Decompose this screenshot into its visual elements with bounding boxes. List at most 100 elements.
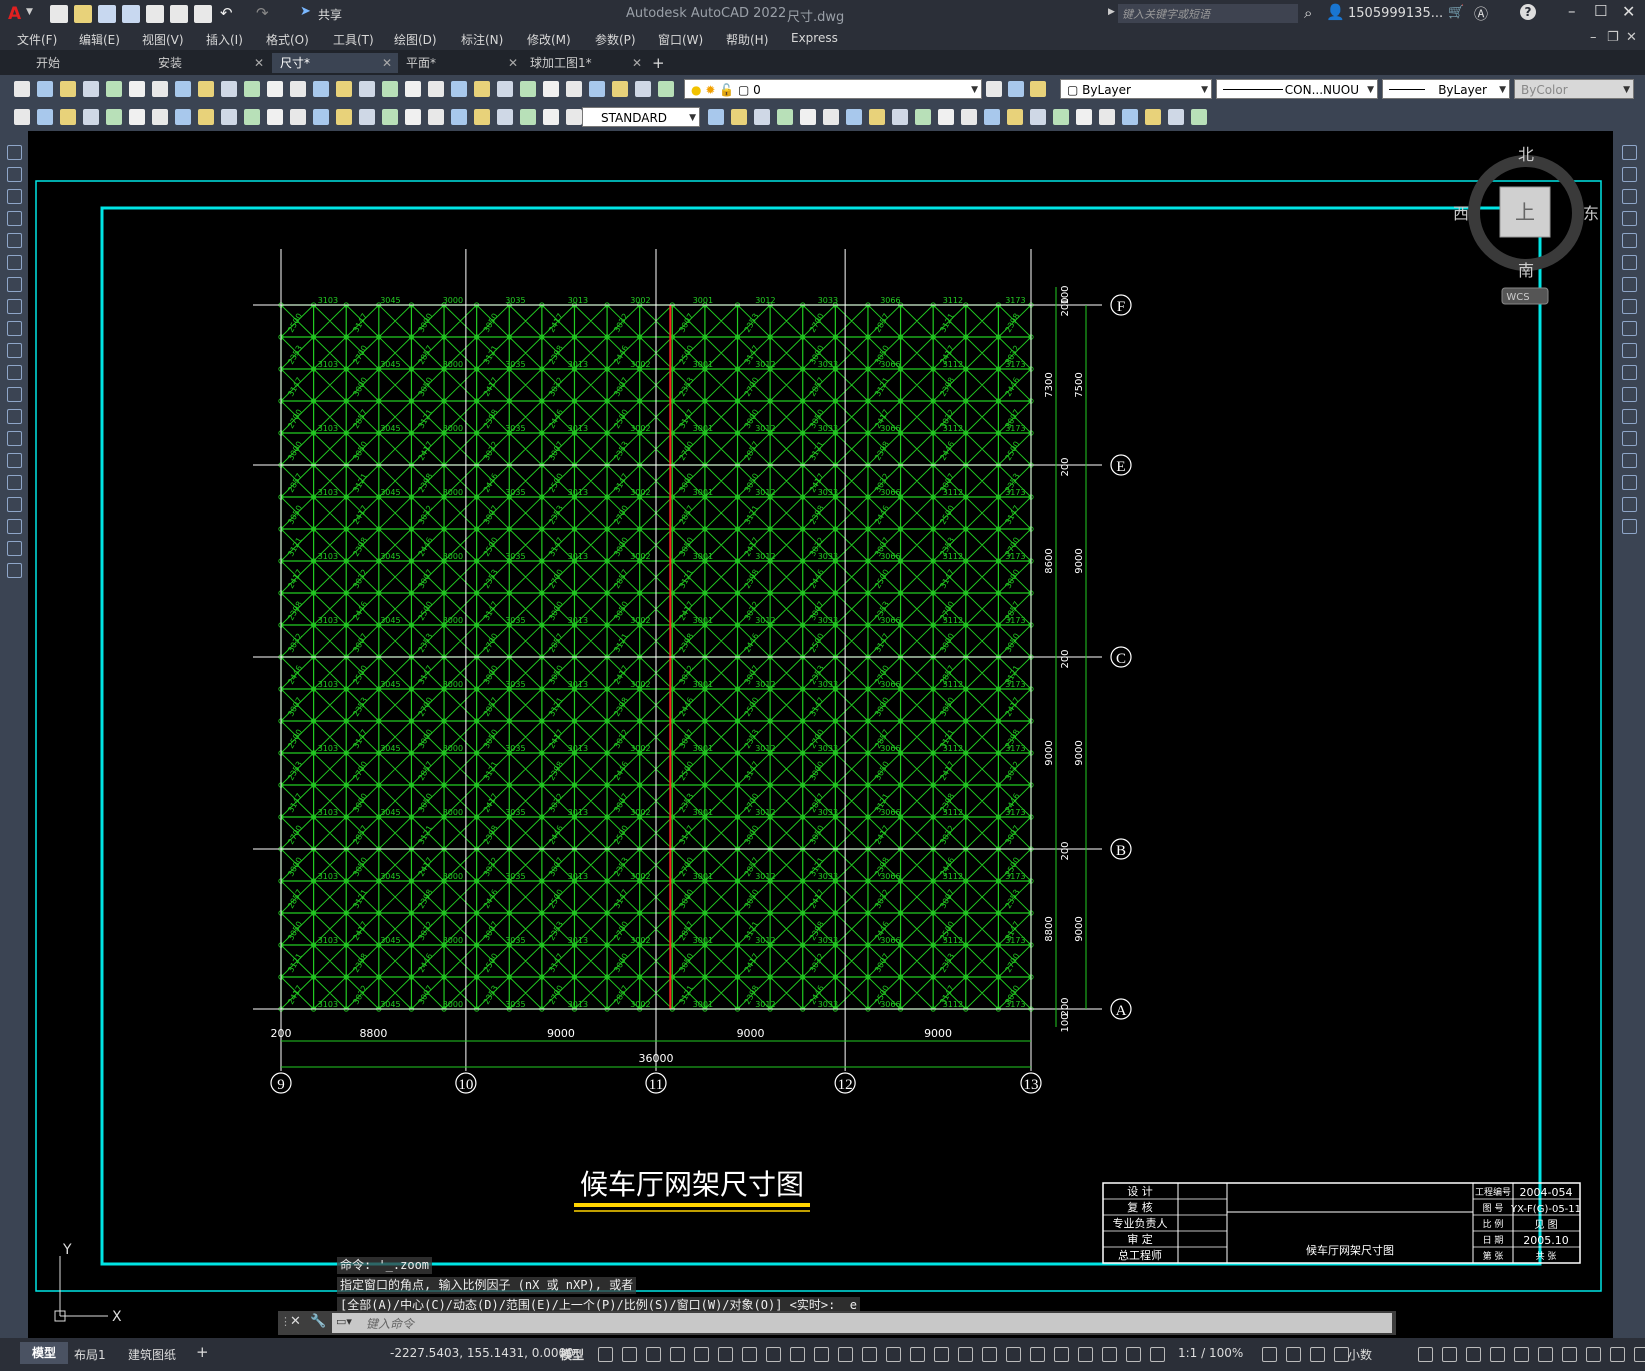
tool-button-icon[interactable] [382, 81, 398, 97]
tool-button-icon[interactable] [520, 109, 536, 125]
save-web-icon[interactable] [170, 5, 188, 23]
tool-button-icon[interactable] [7, 145, 22, 160]
tool-button-icon[interactable] [382, 109, 398, 125]
tool-button-icon[interactable] [1076, 109, 1092, 125]
layout-tab-layout1[interactable]: 布局1 [74, 1346, 106, 1363]
tool-button-icon[interactable] [7, 233, 22, 248]
status-toggle-icon[interactable] [1102, 1347, 1117, 1362]
tool-button-icon[interactable] [777, 109, 793, 125]
tool-button-icon[interactable] [612, 81, 628, 97]
menu-modify[interactable]: 修改(M) [527, 31, 571, 48]
tool-button-icon[interactable] [290, 81, 306, 97]
new-icon[interactable] [50, 5, 68, 23]
tool-button-icon[interactable] [708, 109, 724, 125]
tool-button-icon[interactable] [474, 81, 490, 97]
close-icon[interactable]: ✕ [1622, 2, 1635, 21]
status-toggle-icon[interactable] [646, 1347, 661, 1362]
tool-button-icon[interactable] [7, 453, 22, 468]
tool-button-icon[interactable] [83, 109, 99, 125]
open-web-icon[interactable] [146, 5, 164, 23]
tab-start[interactable]: 开始 [28, 53, 156, 73]
status-toggle-icon[interactable] [886, 1347, 901, 1362]
tool-button-icon[interactable] [106, 81, 122, 97]
units-label[interactable]: 小数 [1348, 1346, 1372, 1363]
tool-button-icon[interactable] [497, 81, 513, 97]
status-toggle-icon[interactable] [1634, 1347, 1645, 1362]
tool-button-icon[interactable] [7, 475, 22, 490]
cart-icon[interactable]: 🛒 [1448, 5, 1464, 20]
tool-button-icon[interactable] [1191, 109, 1207, 125]
tool-button-icon[interactable] [244, 109, 260, 125]
save-icon[interactable] [98, 5, 116, 23]
status-toggle-icon[interactable] [1030, 1347, 1045, 1362]
tool-button-icon[interactable] [1622, 189, 1637, 204]
doc-minimize-icon[interactable]: – [1590, 30, 1597, 45]
tool-button-icon[interactable] [1622, 365, 1637, 380]
menu-edit[interactable]: 编辑(E) [79, 31, 120, 48]
status-toggle-icon[interactable] [1310, 1347, 1325, 1362]
command-input[interactable]: ▭▾ 键入命令 [332, 1313, 1392, 1333]
tool-button-icon[interactable] [1622, 409, 1637, 424]
tool-button-icon[interactable] [267, 109, 283, 125]
tool-button-icon[interactable] [7, 189, 22, 204]
plot-icon[interactable] [194, 5, 212, 23]
status-toggle-icon[interactable] [1054, 1347, 1069, 1362]
menu-dimension[interactable]: 标注(N) [461, 31, 503, 48]
status-toggle-icon[interactable] [1442, 1347, 1457, 1362]
tool-button-icon[interactable] [892, 109, 908, 125]
tab-close-icon[interactable]: ✕ [254, 53, 264, 73]
tool-button-icon[interactable] [7, 365, 22, 380]
compass-west[interactable]: 西 [1453, 204, 1469, 223]
compass-north[interactable]: 北 [1518, 145, 1534, 164]
tool-button-icon[interactable] [7, 519, 22, 534]
tool-button-icon[interactable] [129, 109, 145, 125]
redo-icon[interactable]: ↷ [256, 4, 269, 22]
tool-button-icon[interactable] [543, 109, 559, 125]
tab-close-icon[interactable]: ✕ [632, 53, 642, 73]
status-toggle-icon[interactable] [1466, 1347, 1481, 1362]
menu-express[interactable]: Express [791, 31, 838, 45]
tool-button-icon[interactable] [198, 81, 214, 97]
menu-format[interactable]: 格式(O) [266, 31, 309, 48]
help-icon[interactable]: ? [1520, 4, 1536, 20]
search-toggle-icon[interactable]: ▶ [1108, 7, 1115, 17]
layout-tab-arch[interactable]: 建筑图纸 [128, 1346, 176, 1363]
status-toggle-icon[interactable] [1538, 1347, 1553, 1362]
tool-button-icon[interactable] [731, 109, 747, 125]
search-input[interactable]: 键入关键字或短语 [1118, 4, 1298, 23]
tool-button-icon[interactable] [589, 81, 605, 97]
tool-button-icon[interactable] [451, 81, 467, 97]
tool-button-icon[interactable] [1622, 453, 1637, 468]
user-name[interactable]: 1505999135... [1348, 6, 1443, 21]
tool-button-icon[interactable] [129, 81, 145, 97]
app-logo[interactable]: A [8, 4, 21, 24]
tool-button-icon[interactable] [1168, 109, 1184, 125]
annotation-scale[interactable]: 1:1 / 100% [1178, 1346, 1243, 1360]
tool-button-icon[interactable] [1622, 211, 1637, 226]
tool-button-icon[interactable] [1622, 167, 1637, 182]
status-toggle-icon[interactable] [1286, 1347, 1301, 1362]
tool-button-icon[interactable] [198, 109, 214, 125]
tool-button-icon[interactable] [221, 109, 237, 125]
status-toggle-icon[interactable] [694, 1347, 709, 1362]
tool-button-icon[interactable] [961, 109, 977, 125]
tool-button-icon[interactable] [37, 109, 53, 125]
tool-button-icon[interactable] [7, 277, 22, 292]
menu-tools[interactable]: 工具(T) [333, 31, 374, 48]
tool-button-icon[interactable] [152, 109, 168, 125]
tool-button-icon[interactable] [1622, 475, 1637, 490]
tool-button-icon[interactable] [1622, 497, 1637, 512]
tool-button-icon[interactable] [1622, 145, 1637, 160]
tool-button-icon[interactable] [14, 109, 30, 125]
tool-button-icon[interactable] [336, 109, 352, 125]
tool-button-icon[interactable] [566, 81, 582, 97]
layer-dropdown[interactable]: ● ✹ 🔓 ▢ 0 ▼ [684, 79, 982, 99]
model-space-toggle[interactable]: 模型 [560, 1346, 584, 1363]
tool-button-icon[interactable] [915, 109, 931, 125]
tool-button-icon[interactable] [7, 255, 22, 270]
tool-button-icon[interactable] [986, 81, 1002, 97]
tool-button-icon[interactable] [359, 81, 375, 97]
tool-button-icon[interactable] [7, 321, 22, 336]
doc-restore-icon[interactable]: ❐ [1607, 30, 1619, 45]
status-toggle-icon[interactable] [814, 1347, 829, 1362]
